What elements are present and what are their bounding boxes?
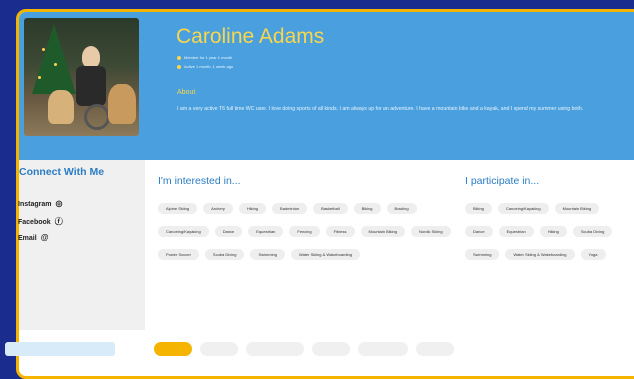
interest-tag[interactable]: Swimming	[250, 249, 285, 260]
meta-member-since: Member for 1 year 1 month	[184, 55, 233, 60]
interest-tag[interactable]: Hiking	[238, 203, 267, 214]
tab-bar	[154, 342, 462, 356]
tree-light	[38, 76, 41, 79]
interest-tag[interactable]: Mountain Biking	[554, 203, 600, 214]
person-body-graphic	[76, 66, 106, 106]
participate-list: Biking Canoeing/Kayaking Mountain Biking Da…	[465, 203, 633, 272]
interest-tag[interactable]: Fitness	[325, 226, 355, 237]
interest-tag[interactable]: Equestrian	[498, 226, 534, 237]
profile-card: Caroline Adams Member for 1 year 1 month…	[16, 9, 634, 379]
profile-name: Caroline Adams	[176, 25, 325, 48]
dog-graphic	[48, 90, 74, 124]
tree-light	[42, 48, 45, 51]
facebook-icon: ⓕ	[54, 217, 63, 226]
tab[interactable]	[358, 342, 408, 356]
interest-tag[interactable]: Canoeing/Kayaking	[158, 226, 209, 237]
avatar	[24, 18, 139, 136]
interest-tag[interactable]: Scuba Diving	[572, 226, 613, 237]
tab[interactable]	[200, 342, 238, 356]
tab-active[interactable]	[154, 342, 192, 356]
facebook-link[interactable]: Facebook ⓕ	[18, 216, 63, 227]
interest-tag[interactable]: Yoga	[580, 249, 606, 260]
tab[interactable]	[246, 342, 304, 356]
interest-tag[interactable]: Biking	[465, 203, 492, 214]
sidebar	[19, 160, 145, 330]
link-label: Instagram	[18, 201, 52, 208]
email-icon: @	[40, 233, 49, 242]
interest-tag[interactable]: Basketball	[313, 203, 348, 214]
interest-tag[interactable]: Archery	[203, 203, 233, 214]
tree-light	[54, 63, 57, 66]
connect-heading: Connect With Me	[19, 166, 105, 178]
interest-tag[interactable]: Swimming	[465, 249, 500, 260]
interest-tag[interactable]: Alpine Skiing	[158, 203, 198, 214]
interested-heading: I'm interested in...	[158, 175, 241, 187]
instagram-link[interactable]: Instagram ◎	[18, 199, 62, 208]
email-link[interactable]: Email @	[18, 233, 49, 242]
person-graphic	[82, 46, 100, 68]
interest-tag[interactable]: Biking	[353, 203, 381, 214]
dog-graphic	[108, 84, 136, 124]
christmas-tree-graphic	[32, 24, 76, 94]
interest-tag[interactable]: Water Skiing & Wakeboarding	[290, 249, 360, 260]
profile-meta: Member for 1 year 1 month Active 1 month…	[177, 53, 243, 71]
meta-last-active: Active 1 month, 1 week ago	[184, 64, 234, 69]
tab[interactable]	[416, 342, 454, 356]
interest-tag[interactable]: Hiking	[539, 226, 567, 237]
meta-item: Member for 1 year 1 month	[177, 55, 232, 60]
bullet-icon	[177, 64, 181, 69]
interest-tag[interactable]: Badminton	[272, 203, 308, 214]
interest-tag[interactable]: Dance	[465, 226, 493, 237]
interest-tag[interactable]: Scuba Diving	[204, 249, 245, 260]
instagram-icon: ◎	[55, 199, 63, 208]
interest-tag[interactable]: Fencing	[289, 226, 320, 237]
tab[interactable]	[312, 342, 350, 356]
bullet-icon	[177, 55, 181, 60]
sidebar-widget	[5, 342, 115, 356]
link-label: Facebook	[18, 219, 51, 226]
wheelchair-graphic	[84, 104, 110, 130]
interest-tag[interactable]: Canoeing/Kayaking	[497, 203, 549, 214]
about-heading: About	[177, 89, 196, 96]
link-label: Email	[18, 235, 37, 242]
interested-list: Alpine Skiing Archery Hiking Badminton Baske…	[158, 203, 458, 272]
about-text: I am a very active T6 full time WC user.…	[177, 106, 584, 112]
interest-tag[interactable]: Dance	[214, 226, 243, 237]
meta-item: Active 1 month, 1 week ago	[177, 64, 233, 69]
interest-tag[interactable]: Mountain Biking	[360, 226, 405, 237]
interest-tag[interactable]: Equestrian	[248, 226, 284, 237]
interest-tag[interactable]: Power Soccer	[158, 249, 199, 260]
interest-tag[interactable]: Bowling	[386, 203, 417, 214]
interest-tag[interactable]: Water Skiing & Wakeboarding	[505, 249, 575, 260]
participate-heading: I participate in...	[465, 175, 540, 187]
profile-header: Caroline Adams Member for 1 year 1 month…	[19, 12, 634, 160]
interest-tag[interactable]: Nordic Skiing	[411, 226, 451, 237]
